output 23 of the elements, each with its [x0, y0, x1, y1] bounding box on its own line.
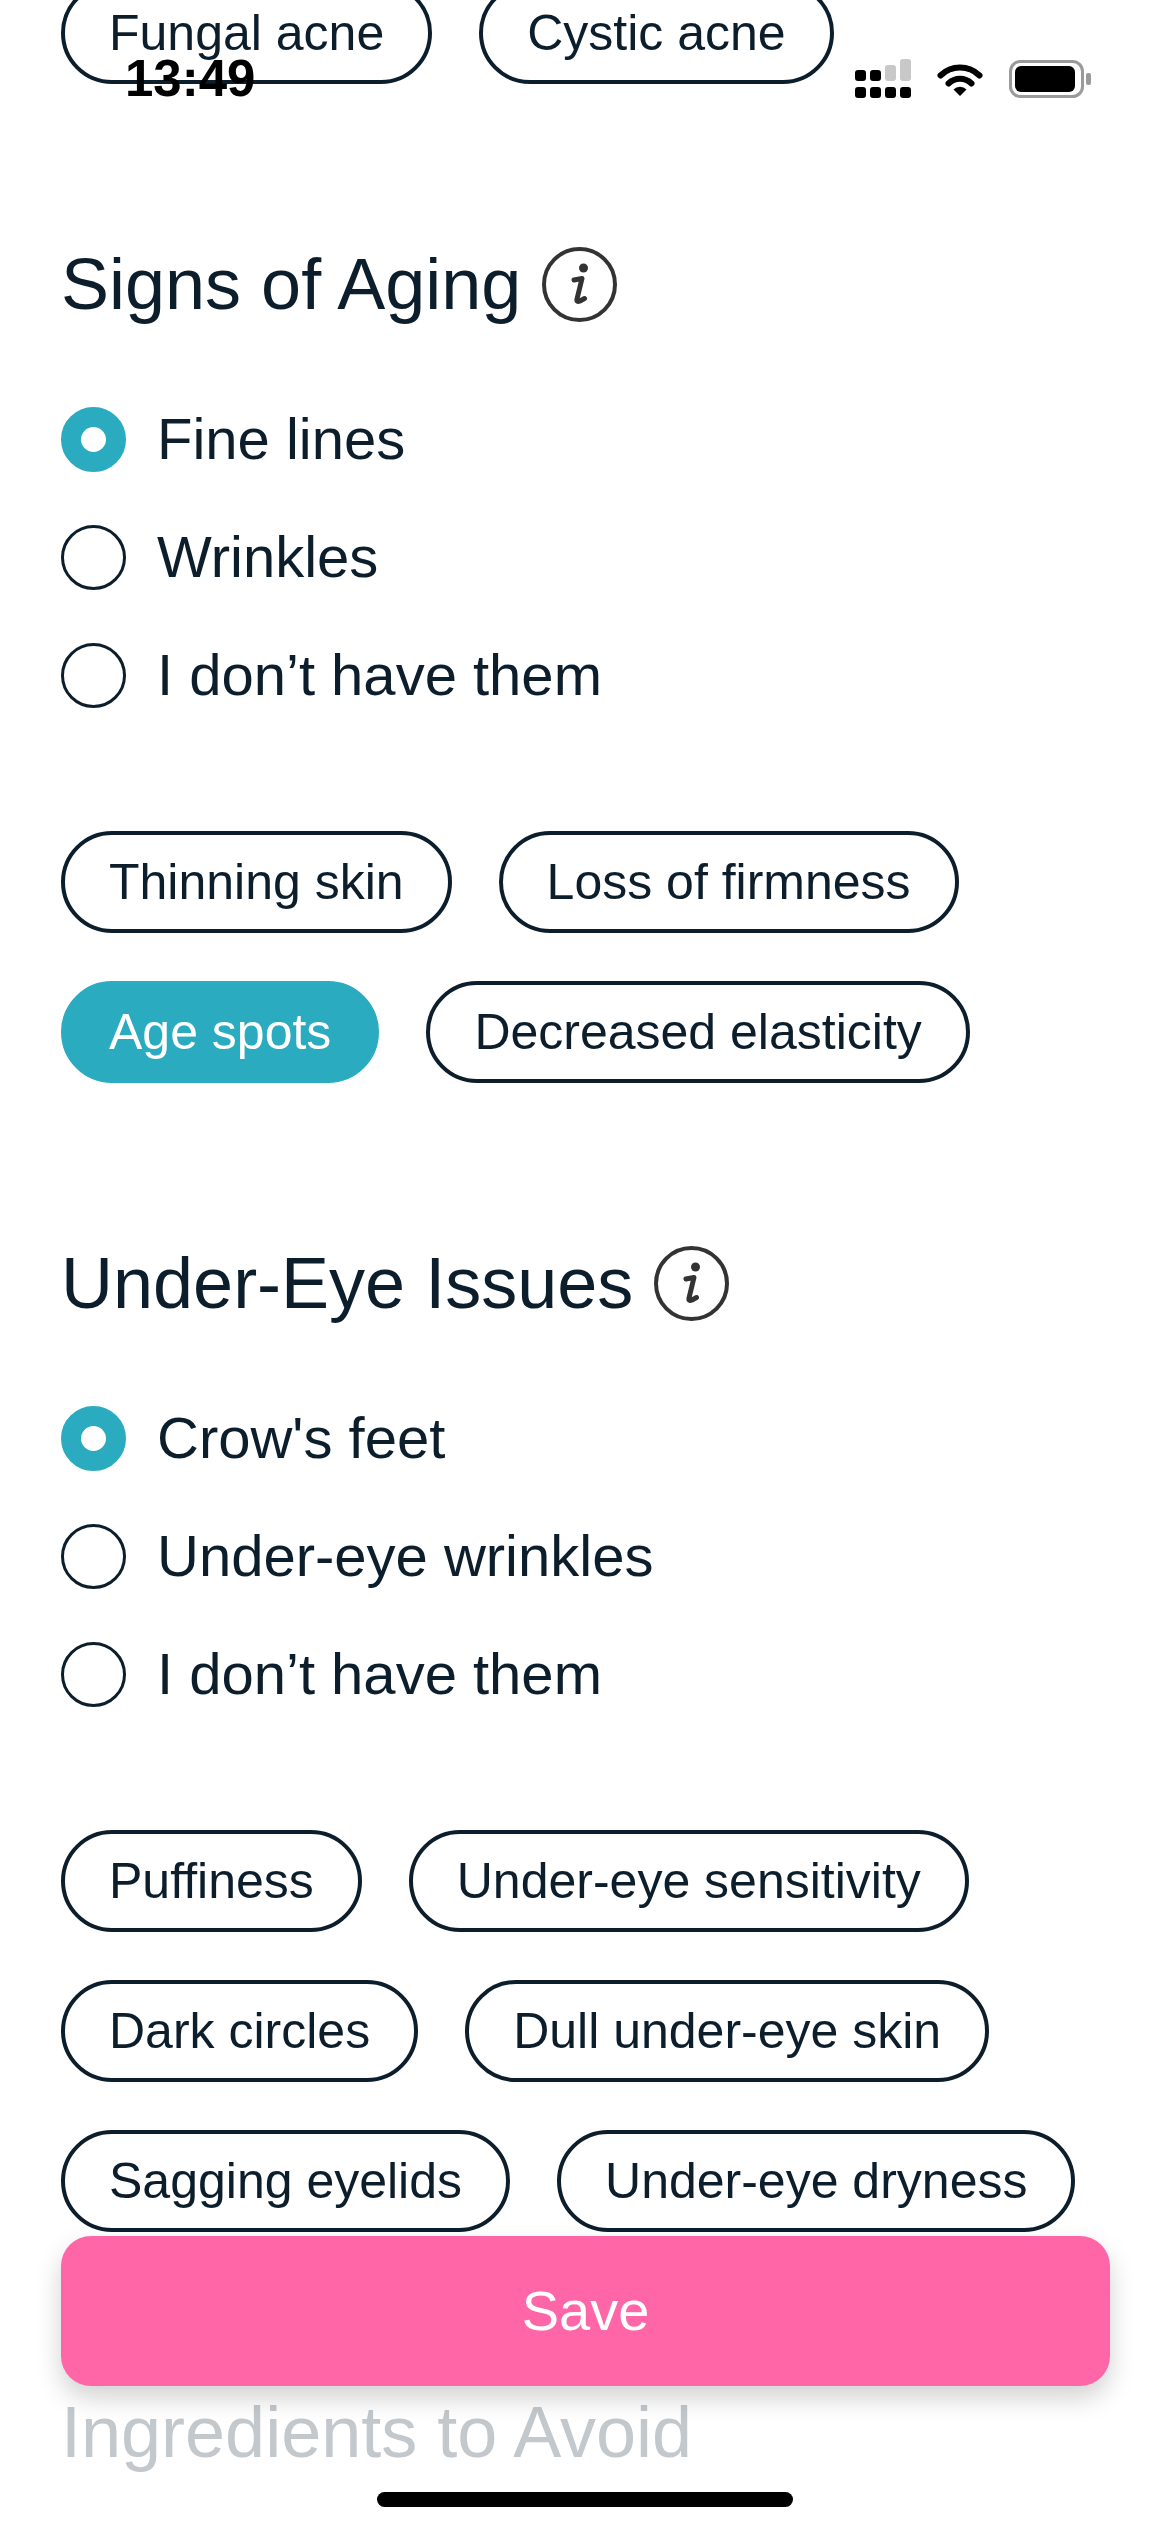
section-heading: Under-Eye Issues	[61, 1242, 634, 1325]
tag-chip[interactable]: Under-eye dryness	[557, 2130, 1076, 2232]
info-icon[interactable]	[542, 246, 618, 322]
info-icon[interactable]	[654, 1245, 730, 1321]
option-label[interactable]: Crow's feet	[157, 1403, 446, 1473]
tag-chip[interactable]: Sagging eyelids	[61, 2130, 511, 2232]
option-label[interactable]: I don’t have them	[157, 640, 602, 710]
tag-chip[interactable]: Loss of firmness	[498, 831, 959, 933]
section-heading: Signs of Aging	[61, 243, 522, 326]
signal-icon	[855, 59, 911, 98]
section-heading: Ingredients to Avoid	[61, 2391, 693, 2474]
option-label[interactable]: Wrinkles	[157, 522, 379, 592]
tag-chip[interactable]: Under-eye sensitivity	[408, 1830, 969, 1932]
tag-chip[interactable]: Thinning skin	[61, 831, 452, 933]
option-label[interactable]: Fine lines	[157, 404, 406, 474]
option-label[interactable]: I don’t have them	[157, 1639, 602, 1709]
tag-chip[interactable]: Decreased elasticity	[426, 981, 970, 1083]
tag-chip[interactable]: Dull under-eye skin	[465, 1980, 990, 2082]
option-label[interactable]: Under-eye wrinkles	[157, 1521, 654, 1591]
tag-chip[interactable]: Dark circles	[61, 1980, 419, 2082]
battery-icon	[1009, 59, 1091, 98]
tag-chip[interactable]: Cystic acne	[479, 0, 834, 84]
tag-chip[interactable]: Puffiness	[61, 1830, 362, 1932]
